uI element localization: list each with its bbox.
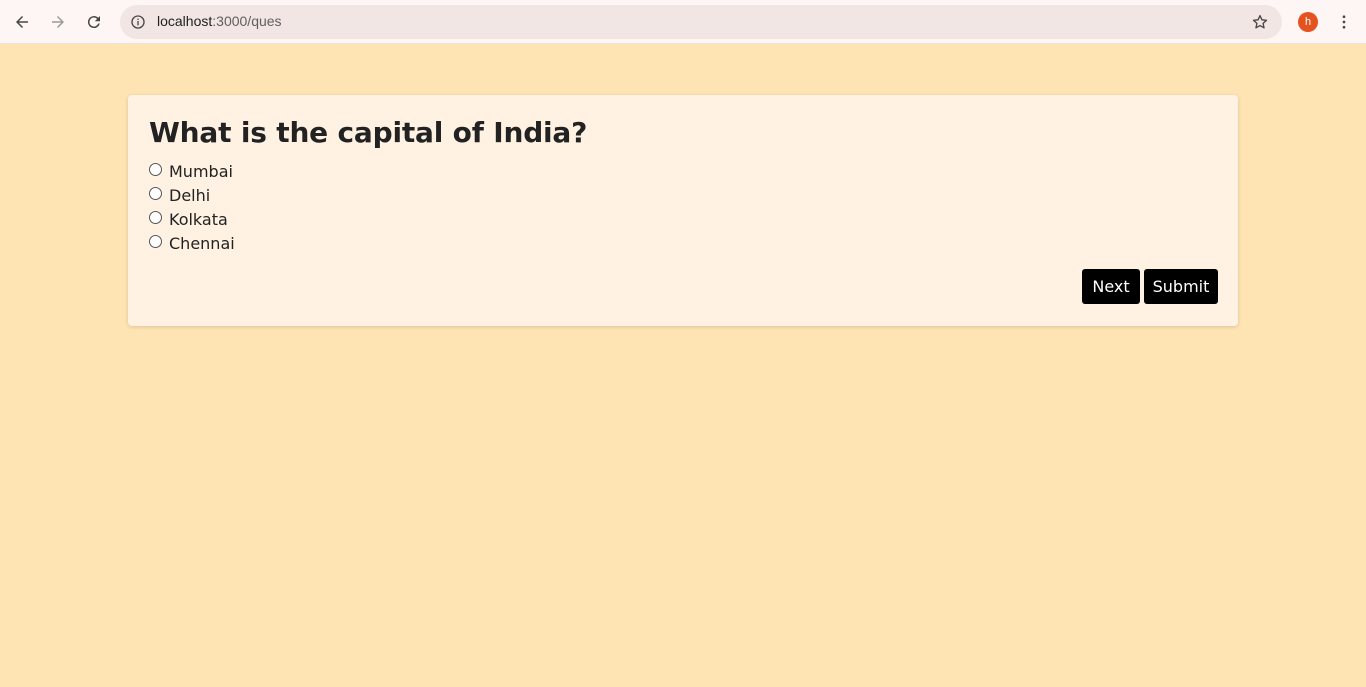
url-host: localhost bbox=[157, 13, 213, 29]
browser-menu-icon[interactable] bbox=[1334, 12, 1354, 32]
url-text[interactable]: localhost:3000/ques bbox=[157, 13, 282, 29]
answer-options: Mumbai Delhi Kolkata Chennai bbox=[149, 159, 235, 255]
option-kolkata[interactable]: Kolkata bbox=[149, 207, 235, 231]
site-info-icon[interactable] bbox=[128, 12, 148, 32]
radio-button[interactable] bbox=[149, 163, 162, 176]
address-bar[interactable]: localhost:3000/ques bbox=[120, 5, 1282, 39]
radio-button[interactable] bbox=[149, 235, 162, 248]
forward-icon[interactable] bbox=[46, 10, 70, 34]
option-label: Delhi bbox=[169, 185, 211, 205]
option-label: Chennai bbox=[169, 233, 235, 253]
submit-button[interactable]: Submit bbox=[1144, 269, 1218, 304]
option-delhi[interactable]: Delhi bbox=[149, 183, 235, 207]
avatar-letter: h bbox=[1304, 16, 1312, 28]
option-mumbai[interactable]: Mumbai bbox=[149, 159, 235, 183]
option-label: Kolkata bbox=[169, 209, 228, 229]
url-path: :3000/ques bbox=[212, 13, 282, 29]
back-icon[interactable] bbox=[10, 10, 34, 34]
next-button[interactable]: Next bbox=[1082, 269, 1140, 304]
reload-icon[interactable] bbox=[82, 10, 106, 34]
quiz-actions: Next Submit bbox=[1082, 269, 1218, 304]
bookmark-star-icon[interactable] bbox=[1250, 12, 1270, 32]
option-label: Mumbai bbox=[169, 161, 233, 181]
quiz-card: What is the capital of India? Mumbai Del… bbox=[128, 95, 1238, 326]
question-text: What is the capital of India? bbox=[149, 116, 588, 149]
radio-button[interactable] bbox=[149, 187, 162, 200]
option-chennai[interactable]: Chennai bbox=[149, 231, 235, 255]
radio-button[interactable] bbox=[149, 211, 162, 224]
profile-avatar[interactable]: h bbox=[1298, 12, 1318, 32]
browser-toolbar: localhost:3000/ques h bbox=[0, 0, 1366, 44]
